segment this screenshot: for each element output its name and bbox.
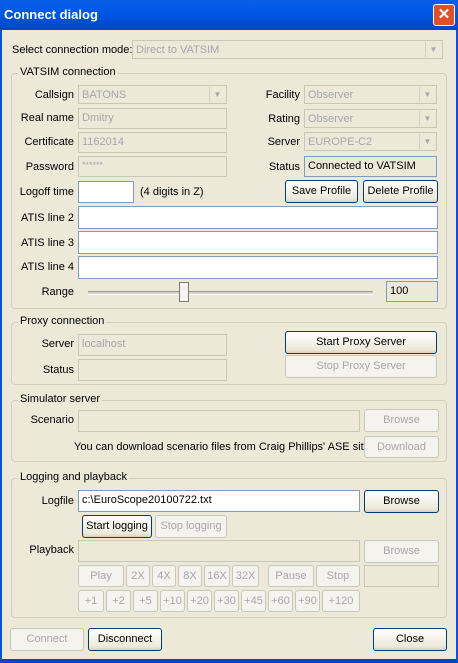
atis-line-2-label: ATIS line 2 — [21, 212, 74, 224]
status-label: Status — [268, 161, 300, 173]
range-slider-track — [88, 291, 373, 295]
atis-line-4-field[interactable] — [78, 256, 438, 279]
range-value-field: 100 — [386, 281, 438, 302]
connect-button[interactable]: Connect — [10, 628, 84, 651]
password-field[interactable]: ****** — [78, 156, 227, 177]
server-label: Server — [267, 136, 300, 148]
jump-button[interactable]: +90 — [295, 590, 320, 612]
speed-16x-button[interactable]: 16X — [204, 565, 230, 587]
range-slider[interactable] — [88, 281, 373, 303]
logfile-field[interactable]: c:\EuroScope20100722.txt — [78, 490, 360, 512]
speed-32x-button[interactable]: 32X — [232, 565, 259, 587]
logoff-time-field[interactable] — [78, 181, 134, 203]
chevron-down-icon[interactable]: ▼ — [425, 42, 441, 57]
jump-button[interactable]: +1 — [78, 590, 104, 612]
stop-logging-button[interactable]: Stop logging — [155, 515, 227, 538]
password-label: Password — [25, 161, 74, 173]
stop-button[interactable]: Stop — [316, 565, 360, 587]
vatsim-group-title: VATSIM connection — [18, 66, 118, 78]
callsign-select[interactable]: BATONS ▼ — [78, 85, 227, 104]
rating-select[interactable]: Observer ▼ — [304, 109, 437, 128]
logoff-time-hint: (4 digits in Z) — [140, 186, 204, 198]
window-title: Connect dialog — [4, 7, 98, 22]
jump-button[interactable]: +120 — [322, 590, 360, 612]
chevron-down-icon[interactable]: ▼ — [419, 111, 435, 126]
speed-4x-button[interactable]: 4X — [152, 565, 176, 587]
playback-time-field — [364, 565, 439, 587]
playback-field[interactable] — [78, 540, 360, 562]
atis-line-4-label: ATIS line 4 — [21, 261, 74, 273]
jump-button[interactable]: +2 — [106, 590, 131, 612]
playback-label: Playback — [29, 544, 74, 556]
logoff-time-label: Logoff time — [19, 186, 74, 198]
stop-proxy-server-button[interactable]: Stop Proxy Server — [285, 355, 437, 378]
range-slider-thumb[interactable] — [179, 282, 189, 302]
close-button[interactable]: Close — [373, 628, 447, 651]
disconnect-button[interactable]: Disconnect — [88, 628, 162, 651]
save-profile-button[interactable]: Save Profile — [285, 180, 358, 203]
scenario-browse-button[interactable]: Browse — [364, 409, 439, 432]
scenario-label: Scenario — [30, 414, 74, 426]
jump-button[interactable]: +30 — [214, 590, 239, 612]
logging-group-title: Logging and playback — [18, 471, 130, 483]
jump-button[interactable]: +45 — [241, 590, 266, 612]
jump-button[interactable]: +60 — [268, 590, 293, 612]
connection-mode-select[interactable]: Direct to VATSIM ▼ — [132, 40, 443, 59]
facility-value: Observer — [308, 89, 354, 101]
speed-8x-button[interactable]: 8X — [178, 565, 202, 587]
close-window-icon[interactable]: ✕ — [433, 4, 455, 26]
start-proxy-server-button[interactable]: Start Proxy Server — [285, 331, 437, 354]
chevron-down-icon[interactable]: ▼ — [419, 87, 435, 102]
rating-label: Rating — [268, 113, 300, 125]
play-button[interactable]: Play — [78, 565, 124, 587]
atis-line-3-label: ATIS line 3 — [21, 237, 74, 249]
simulator-group-title: Simulator server — [18, 393, 103, 405]
atis-line-2-field[interactable] — [78, 206, 438, 229]
proxy-status-field — [78, 359, 227, 381]
proxy-status-label: Status — [42, 364, 74, 376]
playback-browse-button[interactable]: Browse — [364, 540, 439, 563]
facility-select[interactable]: Observer ▼ — [304, 85, 437, 104]
callsign-value: BATONS — [82, 89, 127, 101]
jump-button[interactable]: +10 — [160, 590, 185, 612]
atis-line-3-field[interactable] — [78, 231, 438, 254]
facility-label: Facility — [265, 89, 300, 101]
logfile-label: Logfile — [41, 495, 74, 507]
server-value: EUROPE-C2 — [308, 136, 373, 148]
status-field: Connected to VATSIM — [304, 156, 437, 177]
certificate-field[interactable]: 1162014 — [78, 132, 227, 153]
delete-profile-button[interactable]: Delete Profile — [363, 180, 438, 203]
jump-button[interactable]: +5 — [133, 590, 158, 612]
chevron-down-icon[interactable]: ▼ — [209, 87, 225, 102]
server-select[interactable]: EUROPE-C2 ▼ — [304, 132, 437, 151]
speed-2x-button[interactable]: 2X — [126, 565, 150, 587]
callsign-label: Callsign — [34, 89, 74, 101]
range-label: Range — [41, 286, 74, 298]
certificate-label: Certificate — [24, 136, 74, 148]
proxy-server-field[interactable]: localhost — [78, 334, 227, 356]
pause-button[interactable]: Pause — [268, 565, 314, 587]
title-bar[interactable]: Connect dialog ✕ — [0, 0, 458, 30]
download-button[interactable]: Download — [364, 436, 439, 458]
proxy-group-title: Proxy connection — [18, 315, 107, 327]
connection-mode-value: Direct to VATSIM — [136, 44, 220, 56]
logfile-browse-button[interactable]: Browse — [364, 490, 439, 513]
chevron-down-icon[interactable]: ▼ — [419, 134, 435, 149]
start-logging-button[interactable]: Start logging — [82, 515, 152, 538]
scenario-field[interactable] — [78, 410, 360, 432]
download-hint: You can download scenario files from Cra… — [74, 441, 370, 453]
realname-label: Real name — [20, 112, 74, 124]
proxy-server-label: Server — [41, 338, 74, 350]
connection-mode-label: Select connection mode: — [12, 44, 133, 56]
rating-value: Observer — [308, 113, 354, 125]
jump-button[interactable]: +20 — [187, 590, 212, 612]
realname-field[interactable]: Dmitry — [78, 108, 227, 129]
